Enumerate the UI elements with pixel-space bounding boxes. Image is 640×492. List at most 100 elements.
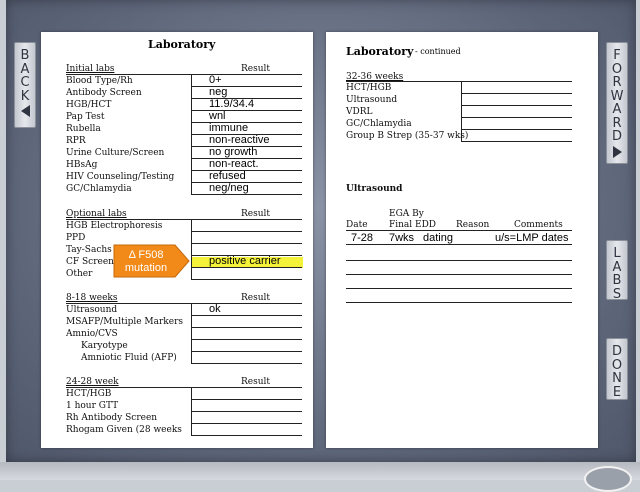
done-letter: O <box>611 357 623 373</box>
done-letter: E <box>612 384 622 400</box>
back-letter: C <box>20 75 30 90</box>
arrow-left-icon <box>20 105 30 117</box>
labs-letter: S <box>612 286 622 302</box>
lab-page-left: Laboratory Initial labs Result Blood Type/R… <box>41 32 313 448</box>
row-rule <box>461 93 572 94</box>
forward-letter: F <box>613 48 621 63</box>
row-label: Amnio/CVS <box>66 329 118 339</box>
row-rule <box>191 86 302 87</box>
table-row-rule <box>346 260 572 261</box>
section-heading: Optional labs <box>66 209 127 219</box>
us-ega[interactable]: 7wks <box>389 232 414 244</box>
row-value[interactable]: positive carrier <box>209 255 281 267</box>
result-column-header: Result <box>241 64 271 74</box>
callout-line1: Δ F508 <box>128 249 164 261</box>
labs-letter: A <box>612 259 622 275</box>
row-rule <box>191 231 302 232</box>
col-comments: Comments <box>514 220 563 230</box>
row-label: Group B Strep (35-37 wks) <box>346 131 469 141</box>
table-header-rule <box>346 230 572 231</box>
row-value[interactable]: neg/neg <box>209 182 249 194</box>
row-label: Ultrasound <box>346 95 398 105</box>
back-letter: B <box>20 48 30 63</box>
done-letter: N <box>612 371 622 386</box>
table-row-rule <box>346 288 572 289</box>
row-label: Urine Culture/Screen <box>66 148 165 158</box>
forward-letter: A <box>612 102 622 117</box>
row-value[interactable]: no growth <box>209 146 257 158</box>
row-value[interactable]: 11.9/34.4 <box>209 98 254 110</box>
row-value[interactable]: non-reactive <box>209 134 270 146</box>
row-value[interactable]: ok <box>209 303 221 315</box>
row-value[interactable]: refused <box>209 170 246 182</box>
us-reason[interactable]: dating <box>423 232 453 244</box>
row-rule <box>191 363 302 364</box>
section-heading: 24-28 week <box>66 377 119 387</box>
page-title: Laboratory <box>148 38 216 51</box>
col-reason: Reason <box>456 220 490 230</box>
row-rule <box>191 279 302 280</box>
labs-letter: L <box>613 246 621 261</box>
forward-button[interactable]: F O R W A R D <box>606 42 628 164</box>
row-label: MSAFP/Multiple Markers <box>66 317 184 327</box>
row-rule <box>461 141 572 142</box>
back-letter: K <box>20 88 30 104</box>
page-title-suffix: - continued <box>415 47 461 56</box>
done-button[interactable]: D O N E <box>606 338 628 400</box>
row-rule <box>191 327 302 328</box>
row-label: Amniotic Fluid (AFP) <box>81 353 177 363</box>
row-label: HCT/HGB <box>346 83 392 93</box>
row-label: PPD <box>66 233 86 243</box>
result-column-divider <box>191 303 192 364</box>
row-label: RPR <box>66 136 86 146</box>
result-column-header: Result <box>241 377 271 387</box>
result-column-divider <box>191 219 192 280</box>
row-label: Karyotype <box>81 341 128 351</box>
table-row-rule <box>346 302 572 303</box>
row-label: Other <box>66 269 93 279</box>
row-rule <box>191 399 302 400</box>
row-value[interactable]: non-react. <box>209 158 259 170</box>
us-comments[interactable]: u/s=LMP dates <box>495 232 568 244</box>
row-label: Rubella <box>66 124 101 134</box>
arrow-right-icon <box>612 145 622 158</box>
row-label: HGB Electrophoresis <box>66 221 163 231</box>
lab-page-right: Laboratory - continued 32-36 weeks HCT/HGB U… <box>326 32 598 448</box>
row-value[interactable]: wnl <box>209 110 226 122</box>
row-rule <box>191 423 302 424</box>
us-date[interactable]: 7-28 <box>351 232 373 244</box>
section-divider <box>346 81 572 82</box>
row-label: Pap Test <box>66 112 105 122</box>
forward-letter: D <box>611 129 622 144</box>
row-label: Rh Antibody Screen <box>66 413 158 423</box>
labs-button[interactable]: L A B S <box>606 240 628 302</box>
row-value[interactable]: 0+ <box>209 74 222 86</box>
row-value[interactable]: neg <box>209 86 227 98</box>
row-rule <box>191 351 302 352</box>
row-rule <box>191 267 302 268</box>
table-row-rule <box>346 244 572 245</box>
row-label: Rhogam Given (28 weeks <box>66 425 182 435</box>
corner-knob[interactable] <box>584 466 632 492</box>
page-title: Laboratory <box>346 45 414 58</box>
row-label: GC/Chlamydia <box>346 119 412 129</box>
row-label: Antibody Screen <box>66 88 142 98</box>
row-value[interactable]: immune <box>209 122 248 134</box>
result-column-header: Result <box>241 293 271 303</box>
row-rule <box>191 339 302 340</box>
row-rule <box>191 110 302 111</box>
row-label: HCT/HGB <box>66 389 112 399</box>
section-divider <box>66 387 302 388</box>
row-label: HBsAg <box>66 160 98 170</box>
back-button[interactable]: B A C K <box>14 42 36 128</box>
forward-letter: O <box>611 61 623 77</box>
result-column-header: Result <box>241 209 271 219</box>
section-divider <box>66 74 302 75</box>
row-rule <box>191 411 302 412</box>
row-rule <box>461 117 572 118</box>
row-label: GC/Chlamydia <box>66 184 132 194</box>
callout-text: Δ F508 mutation <box>113 249 179 275</box>
col-date: Date <box>346 220 368 230</box>
row-label: Tay-Sachs <box>66 245 112 255</box>
row-label: CF Screen <box>66 257 114 267</box>
